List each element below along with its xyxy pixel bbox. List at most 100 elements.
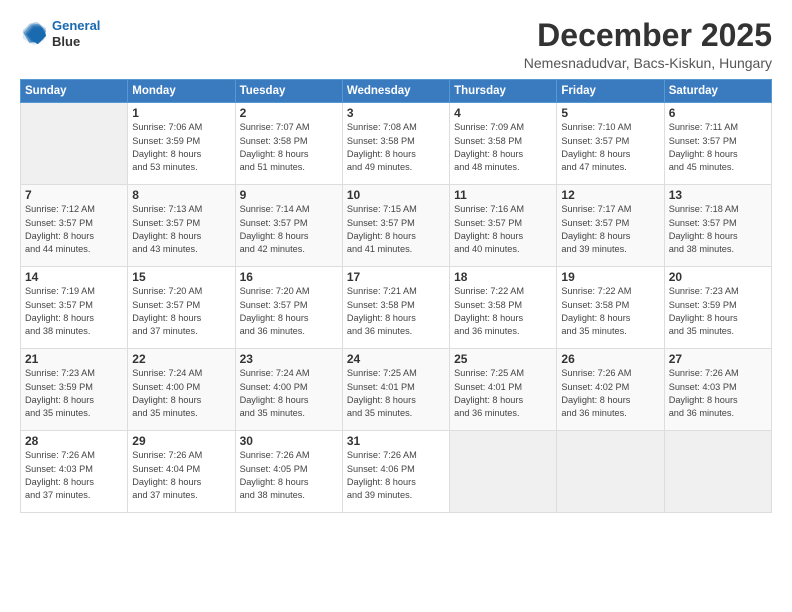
day-info: Sunrise: 7:26 AM Sunset: 4:02 PM Dayligh… — [561, 367, 659, 420]
day-number: 15 — [132, 270, 230, 284]
day-number: 10 — [347, 188, 445, 202]
calendar-cell: 28Sunrise: 7:26 AM Sunset: 4:03 PM Dayli… — [21, 431, 128, 513]
calendar-cell: 23Sunrise: 7:24 AM Sunset: 4:00 PM Dayli… — [235, 349, 342, 431]
calendar-cell: 7Sunrise: 7:12 AM Sunset: 3:57 PM Daylig… — [21, 185, 128, 267]
day-info: Sunrise: 7:08 AM Sunset: 3:58 PM Dayligh… — [347, 121, 445, 174]
month-title: December 2025 — [524, 18, 772, 53]
day-number: 11 — [454, 188, 552, 202]
day-info: Sunrise: 7:26 AM Sunset: 4:03 PM Dayligh… — [25, 449, 123, 502]
day-number: 17 — [347, 270, 445, 284]
day-number: 26 — [561, 352, 659, 366]
calendar-col-header: Sunday — [21, 80, 128, 103]
day-info: Sunrise: 7:07 AM Sunset: 3:58 PM Dayligh… — [240, 121, 338, 174]
day-info: Sunrise: 7:21 AM Sunset: 3:58 PM Dayligh… — [347, 285, 445, 338]
calendar-col-header: Friday — [557, 80, 664, 103]
day-number: 21 — [25, 352, 123, 366]
page: General Blue December 2025 Nemesnadudvar… — [0, 0, 792, 612]
calendar-cell: 19Sunrise: 7:22 AM Sunset: 3:58 PM Dayli… — [557, 267, 664, 349]
day-number: 31 — [347, 434, 445, 448]
day-number: 8 — [132, 188, 230, 202]
calendar-cell: 8Sunrise: 7:13 AM Sunset: 3:57 PM Daylig… — [128, 185, 235, 267]
day-number: 16 — [240, 270, 338, 284]
calendar-cell: 13Sunrise: 7:18 AM Sunset: 3:57 PM Dayli… — [664, 185, 771, 267]
logo-text: General Blue — [52, 18, 100, 49]
calendar-cell: 18Sunrise: 7:22 AM Sunset: 3:58 PM Dayli… — [450, 267, 557, 349]
day-number: 6 — [669, 106, 767, 120]
logo-line1: General — [52, 18, 100, 33]
day-info: Sunrise: 7:14 AM Sunset: 3:57 PM Dayligh… — [240, 203, 338, 256]
calendar-header-row: SundayMondayTuesdayWednesdayThursdayFrid… — [21, 80, 772, 103]
day-info: Sunrise: 7:20 AM Sunset: 3:57 PM Dayligh… — [132, 285, 230, 338]
calendar-cell: 5Sunrise: 7:10 AM Sunset: 3:57 PM Daylig… — [557, 103, 664, 185]
day-number: 30 — [240, 434, 338, 448]
calendar-cell: 15Sunrise: 7:20 AM Sunset: 3:57 PM Dayli… — [128, 267, 235, 349]
calendar-cell — [21, 103, 128, 185]
day-number: 3 — [347, 106, 445, 120]
calendar-cell: 30Sunrise: 7:26 AM Sunset: 4:05 PM Dayli… — [235, 431, 342, 513]
day-info: Sunrise: 7:15 AM Sunset: 3:57 PM Dayligh… — [347, 203, 445, 256]
day-info: Sunrise: 7:26 AM Sunset: 4:05 PM Dayligh… — [240, 449, 338, 502]
day-info: Sunrise: 7:24 AM Sunset: 4:00 PM Dayligh… — [240, 367, 338, 420]
calendar-cell: 12Sunrise: 7:17 AM Sunset: 3:57 PM Dayli… — [557, 185, 664, 267]
calendar-cell: 17Sunrise: 7:21 AM Sunset: 3:58 PM Dayli… — [342, 267, 449, 349]
calendar-col-header: Tuesday — [235, 80, 342, 103]
day-info: Sunrise: 7:26 AM Sunset: 4:04 PM Dayligh… — [132, 449, 230, 502]
calendar-cell: 20Sunrise: 7:23 AM Sunset: 3:59 PM Dayli… — [664, 267, 771, 349]
calendar-week-row: 28Sunrise: 7:26 AM Sunset: 4:03 PM Dayli… — [21, 431, 772, 513]
day-info: Sunrise: 7:13 AM Sunset: 3:57 PM Dayligh… — [132, 203, 230, 256]
calendar-cell: 27Sunrise: 7:26 AM Sunset: 4:03 PM Dayli… — [664, 349, 771, 431]
calendar-cell: 21Sunrise: 7:23 AM Sunset: 3:59 PM Dayli… — [21, 349, 128, 431]
day-info: Sunrise: 7:17 AM Sunset: 3:57 PM Dayligh… — [561, 203, 659, 256]
day-info: Sunrise: 7:26 AM Sunset: 4:03 PM Dayligh… — [669, 367, 767, 420]
calendar-week-row: 14Sunrise: 7:19 AM Sunset: 3:57 PM Dayli… — [21, 267, 772, 349]
day-number: 13 — [669, 188, 767, 202]
day-number: 24 — [347, 352, 445, 366]
calendar-table: SundayMondayTuesdayWednesdayThursdayFrid… — [20, 79, 772, 513]
day-info: Sunrise: 7:18 AM Sunset: 3:57 PM Dayligh… — [669, 203, 767, 256]
day-number: 7 — [25, 188, 123, 202]
day-info: Sunrise: 7:10 AM Sunset: 3:57 PM Dayligh… — [561, 121, 659, 174]
day-number: 4 — [454, 106, 552, 120]
calendar-cell: 4Sunrise: 7:09 AM Sunset: 3:58 PM Daylig… — [450, 103, 557, 185]
day-info: Sunrise: 7:06 AM Sunset: 3:59 PM Dayligh… — [132, 121, 230, 174]
day-number: 28 — [25, 434, 123, 448]
calendar-cell — [664, 431, 771, 513]
title-block: December 2025 Nemesnadudvar, Bacs-Kiskun… — [524, 18, 772, 71]
calendar-cell: 31Sunrise: 7:26 AM Sunset: 4:06 PM Dayli… — [342, 431, 449, 513]
day-info: Sunrise: 7:16 AM Sunset: 3:57 PM Dayligh… — [454, 203, 552, 256]
calendar-cell: 24Sunrise: 7:25 AM Sunset: 4:01 PM Dayli… — [342, 349, 449, 431]
calendar-cell: 29Sunrise: 7:26 AM Sunset: 4:04 PM Dayli… — [128, 431, 235, 513]
calendar-cell: 1Sunrise: 7:06 AM Sunset: 3:59 PM Daylig… — [128, 103, 235, 185]
day-info: Sunrise: 7:25 AM Sunset: 4:01 PM Dayligh… — [347, 367, 445, 420]
calendar-cell: 25Sunrise: 7:25 AM Sunset: 4:01 PM Dayli… — [450, 349, 557, 431]
day-number: 9 — [240, 188, 338, 202]
calendar-col-header: Thursday — [450, 80, 557, 103]
day-number: 14 — [25, 270, 123, 284]
day-info: Sunrise: 7:26 AM Sunset: 4:06 PM Dayligh… — [347, 449, 445, 502]
day-info: Sunrise: 7:20 AM Sunset: 3:57 PM Dayligh… — [240, 285, 338, 338]
day-number: 20 — [669, 270, 767, 284]
header: General Blue December 2025 Nemesnadudvar… — [20, 18, 772, 71]
day-number: 12 — [561, 188, 659, 202]
calendar-week-row: 21Sunrise: 7:23 AM Sunset: 3:59 PM Dayli… — [21, 349, 772, 431]
calendar-week-row: 7Sunrise: 7:12 AM Sunset: 3:57 PM Daylig… — [21, 185, 772, 267]
calendar-col-header: Saturday — [664, 80, 771, 103]
calendar-cell: 3Sunrise: 7:08 AM Sunset: 3:58 PM Daylig… — [342, 103, 449, 185]
day-info: Sunrise: 7:09 AM Sunset: 3:58 PM Dayligh… — [454, 121, 552, 174]
day-number: 2 — [240, 106, 338, 120]
day-info: Sunrise: 7:24 AM Sunset: 4:00 PM Dayligh… — [132, 367, 230, 420]
calendar-cell: 16Sunrise: 7:20 AM Sunset: 3:57 PM Dayli… — [235, 267, 342, 349]
calendar-col-header: Wednesday — [342, 80, 449, 103]
calendar-cell — [557, 431, 664, 513]
calendar-cell: 6Sunrise: 7:11 AM Sunset: 3:57 PM Daylig… — [664, 103, 771, 185]
calendar-cell: 10Sunrise: 7:15 AM Sunset: 3:57 PM Dayli… — [342, 185, 449, 267]
logo-icon — [20, 20, 48, 48]
calendar-cell: 2Sunrise: 7:07 AM Sunset: 3:58 PM Daylig… — [235, 103, 342, 185]
day-info: Sunrise: 7:23 AM Sunset: 3:59 PM Dayligh… — [669, 285, 767, 338]
day-number: 22 — [132, 352, 230, 366]
calendar-cell: 11Sunrise: 7:16 AM Sunset: 3:57 PM Dayli… — [450, 185, 557, 267]
calendar-cell: 14Sunrise: 7:19 AM Sunset: 3:57 PM Dayli… — [21, 267, 128, 349]
calendar-cell — [450, 431, 557, 513]
day-info: Sunrise: 7:12 AM Sunset: 3:57 PM Dayligh… — [25, 203, 123, 256]
day-info: Sunrise: 7:11 AM Sunset: 3:57 PM Dayligh… — [669, 121, 767, 174]
